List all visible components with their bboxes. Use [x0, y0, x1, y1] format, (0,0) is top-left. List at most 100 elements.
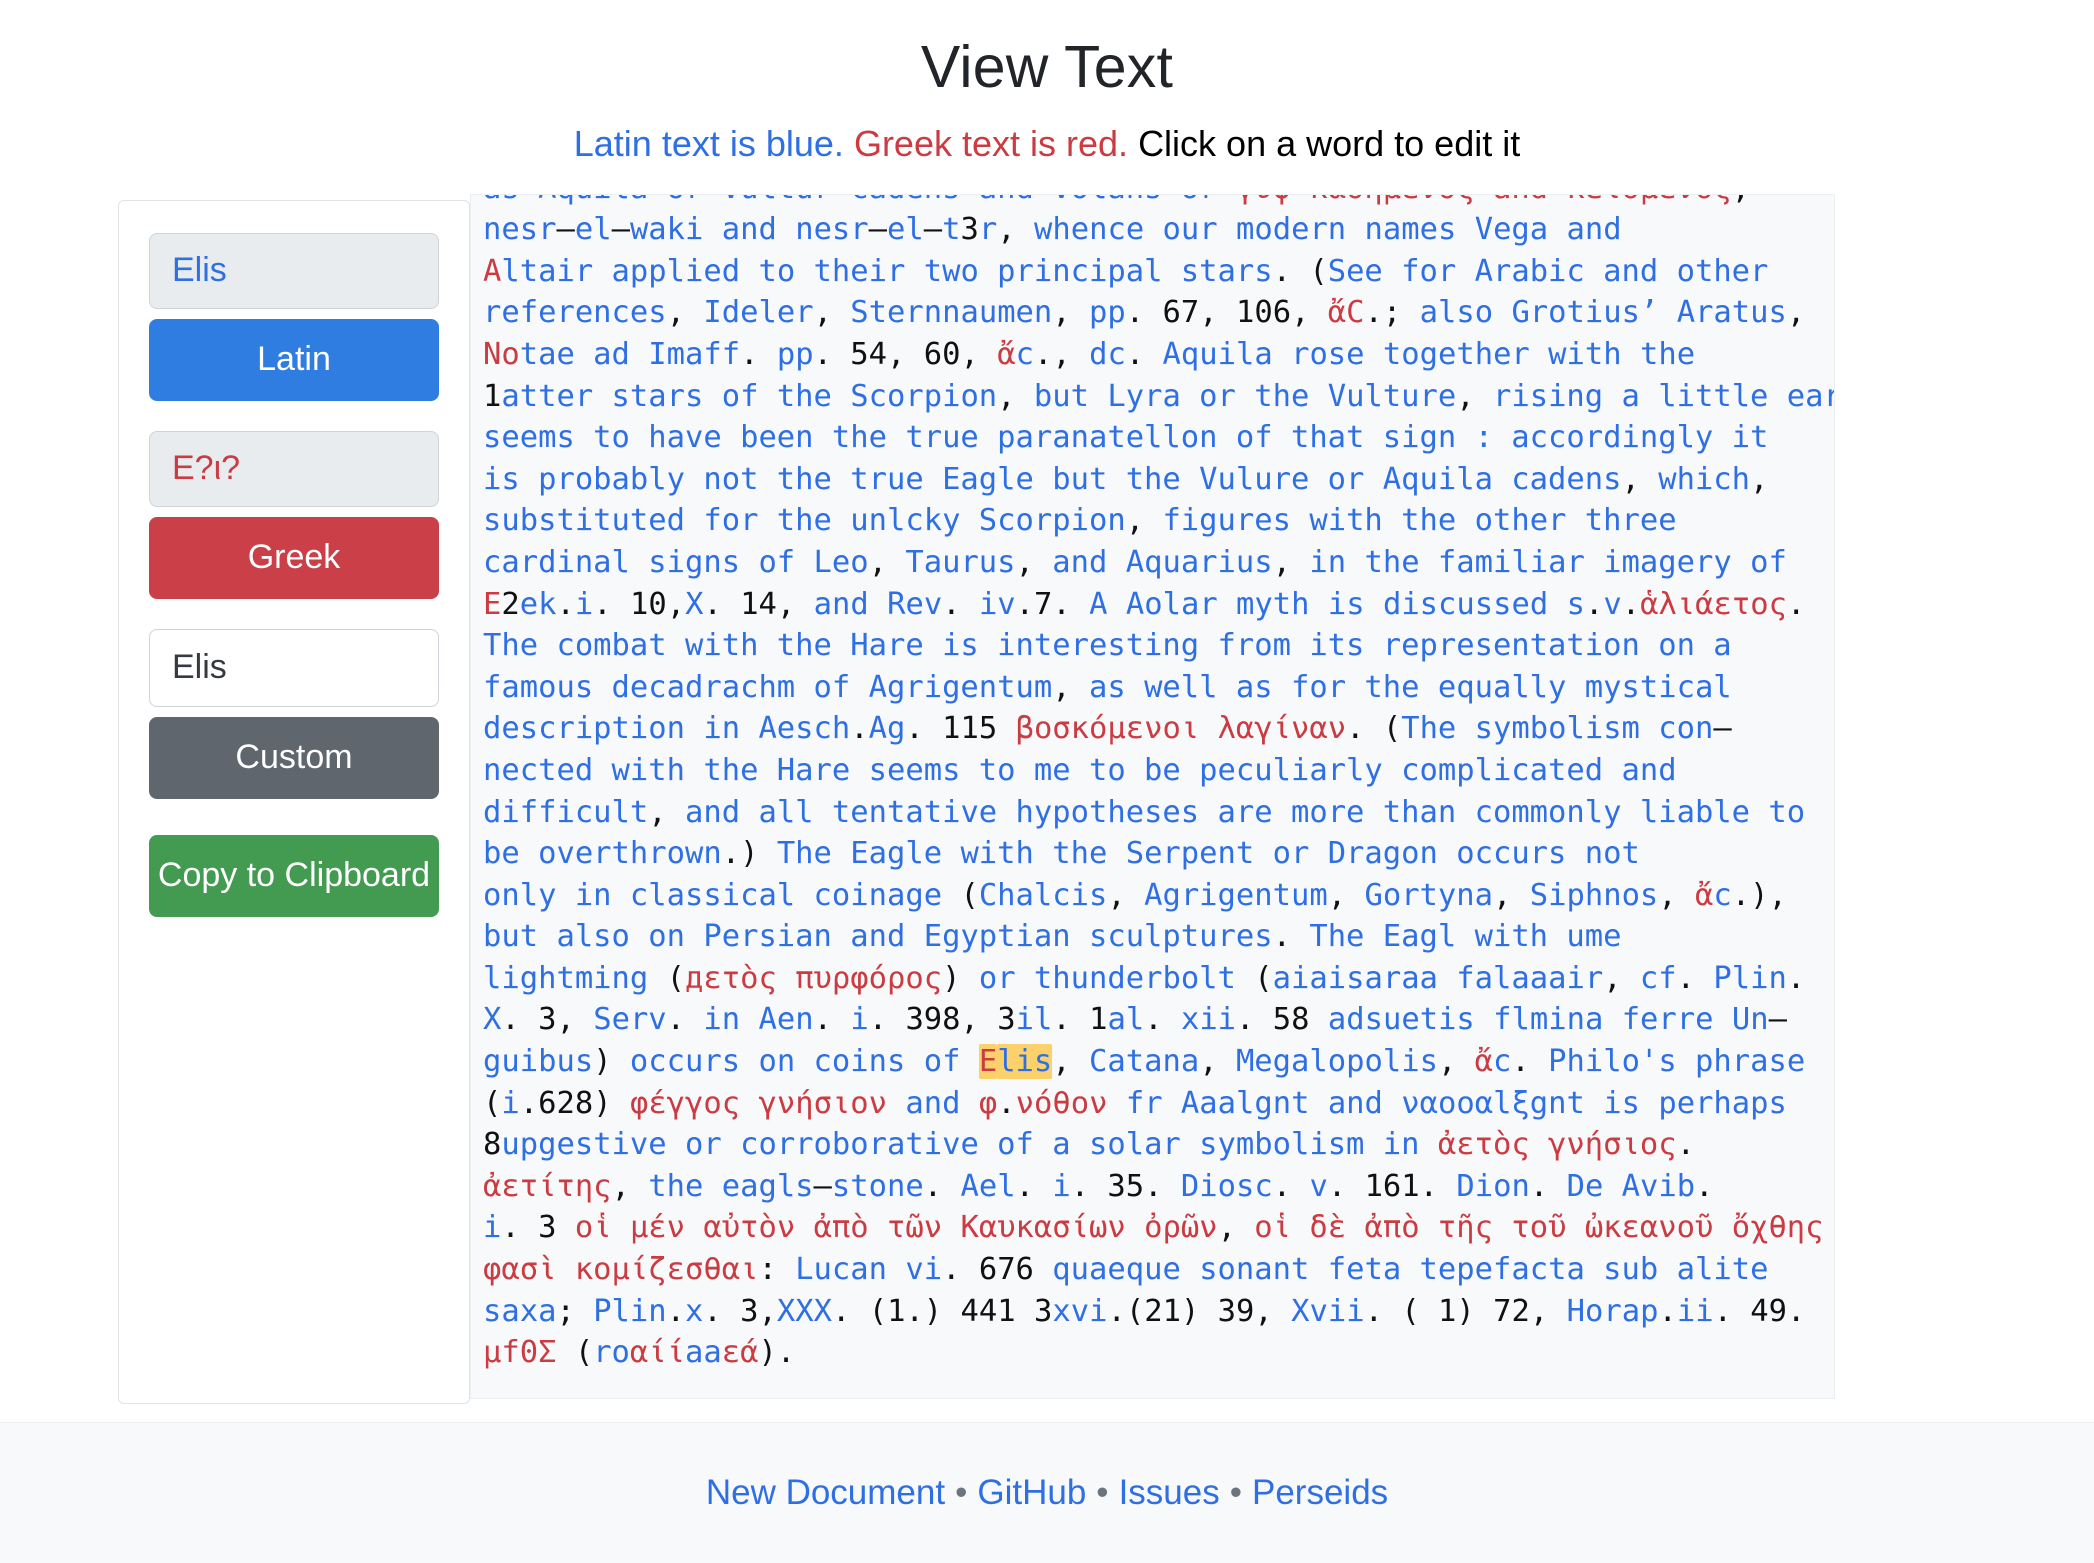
selected-word[interactable]: lis	[997, 1044, 1053, 1080]
text-token[interactable]: οἱ μέν αὐτὸν ἀπὸ τῶν Καυκασίων ὀρῶν	[575, 1210, 1218, 1245]
text-token[interactable]: Plin	[593, 1294, 666, 1329]
text-token[interactable]: el	[575, 212, 612, 247]
text-token[interactable]: Philo's phrase	[1548, 1044, 1805, 1079]
text-token[interactable]: ἄ	[997, 337, 1015, 372]
text-token[interactable]: Dion	[1456, 1169, 1529, 1204]
text-token[interactable]: The combat with the Hare is interesting …	[483, 628, 1732, 663]
text-token[interactable]: seems to have been the true paranatellon…	[483, 420, 1768, 455]
text-token[interactable]: Ideler	[703, 295, 813, 330]
text-token[interactable]: βοσκόμενοι λαγίναν	[1016, 711, 1347, 746]
text-token[interactable]: дετὸς πυρφόρος	[685, 961, 942, 996]
text-token[interactable]: also Grotius’ Aratus	[1420, 295, 1787, 330]
text-token[interactable]: The Eagl with ume	[1309, 919, 1621, 954]
text-token[interactable]: dc	[1089, 337, 1126, 372]
text-token[interactable]: and Aquarius	[1052, 545, 1272, 580]
text-token[interactable]: ἄC	[1328, 295, 1365, 330]
text-token[interactable]: difficult	[483, 795, 648, 830]
text-token[interactable]: Agrigentum	[1144, 878, 1328, 913]
text-token[interactable]: figures with the other three	[1162, 503, 1676, 538]
text-token[interactable]: i	[1052, 1169, 1070, 1204]
text-token[interactable]: i	[850, 1002, 868, 1037]
text-token[interactable]: A Aolar myth is discussed s	[1089, 587, 1585, 622]
text-token[interactable]: Horap	[1567, 1294, 1659, 1329]
document-text-area[interactable]: as Aquila or Vultur cadens and volans or…	[470, 193, 1835, 1399]
text-token[interactable]: Sternnaumen	[850, 295, 1052, 330]
text-token[interactable]: nesr	[483, 212, 556, 247]
text-token[interactable]: atter stars of the Scorpion	[501, 379, 997, 414]
text-token[interactable]: in Aen	[703, 1002, 813, 1037]
text-token[interactable]: pp	[777, 337, 814, 372]
text-token[interactable]: E	[483, 587, 501, 622]
text-token[interactable]: be overthrown	[483, 836, 722, 871]
text-token[interactable]: i	[483, 1210, 501, 1245]
text-token[interactable]: el	[887, 212, 924, 247]
text-token[interactable]: pp	[1089, 295, 1126, 330]
text-token[interactable]: v	[1603, 587, 1621, 622]
text-token[interactable]: See for Arabic and other	[1328, 254, 1769, 289]
text-token[interactable]: Aquila rose together with the	[1163, 337, 1696, 372]
text-token[interactable]: aiaisaraa falaaair	[1273, 961, 1604, 996]
text-token[interactable]: ἄ	[1695, 878, 1713, 913]
text-token[interactable]: in the familiar imagery of	[1309, 545, 1786, 580]
text-token[interactable]: t	[942, 212, 960, 247]
text-token[interactable]: xvi	[1052, 1294, 1107, 1329]
text-token[interactable]: ἁλιάετος	[1640, 587, 1787, 622]
text-token[interactable]: οἱ δὲ ἀπὸ τῆς τοῦ ὠκεανοῦ ὄχθης	[1254, 1210, 1823, 1245]
text-token[interactable]: Ael	[960, 1169, 1015, 1204]
text-token[interactable]: references	[483, 295, 667, 330]
text-token[interactable]: occurs on coins of	[630, 1044, 979, 1079]
text-token[interactable]: ἀετὸς γνήσιος	[1438, 1127, 1677, 1162]
text-token[interactable]: γυψ κασημενος and κετομενος	[1236, 195, 1732, 206]
custom-text-input[interactable]	[149, 628, 439, 707]
text-token[interactable]: rising a little earlier	[1493, 379, 1834, 414]
text-token[interactable]: αίί	[630, 1335, 685, 1370]
text-token[interactable]: waki and nesr	[630, 212, 869, 247]
text-token[interactable]: Chalcis	[979, 878, 1108, 913]
text-token[interactable]: but Lyra or the Vulture	[1034, 379, 1456, 414]
text-token[interactable]: but also on Persian and Egyptian sculptu…	[483, 919, 1273, 954]
text-token[interactable]: cardinal signs of Leo	[483, 545, 869, 580]
text-token[interactable]: substituted for the unlcky Scorpion	[483, 503, 1126, 538]
text-token[interactable]: φ	[979, 1086, 997, 1121]
text-token[interactable]: the eagls	[648, 1169, 813, 1204]
text-token[interactable]: fr Aaalgnt and ναοοαlξgnt is perhaps	[1126, 1086, 1787, 1121]
text-token[interactable]: c	[1016, 337, 1034, 372]
text-token[interactable]: tae ad Imaff	[520, 337, 740, 372]
text-token[interactable]: A	[483, 254, 501, 289]
text-token[interactable]: famous decadrachm of Agrigentum	[483, 670, 1052, 705]
text-token[interactable]: No	[483, 337, 520, 372]
text-token[interactable]: ἀετίτης	[483, 1169, 612, 1204]
text-token[interactable]: saxa	[483, 1294, 556, 1329]
text-token[interactable]: lightming	[483, 961, 667, 996]
text-token[interactable]: Serv	[593, 1002, 666, 1037]
text-token[interactable]: The symbolism con	[1401, 711, 1713, 746]
text-token[interactable]: Siphnos	[1530, 878, 1659, 913]
text-token[interactable]: εά	[722, 1335, 759, 1370]
text-token[interactable]: aa	[685, 1335, 722, 1370]
text-token[interactable]: i	[501, 1086, 519, 1121]
text-token[interactable]: Xvii	[1291, 1294, 1364, 1329]
text-token[interactable]: al	[1107, 1002, 1144, 1037]
footer-link-github[interactable]: GitHub	[977, 1473, 1086, 1512]
text-token[interactable]: description in Aesch	[483, 711, 850, 746]
text-token[interactable]: φέγγος γνήσιον	[630, 1086, 887, 1121]
text-token[interactable]: only in classical coinage	[483, 878, 960, 913]
text-token[interactable]: φασὶ κομίζεσθαι	[483, 1252, 758, 1287]
text-token[interactable]: Plin	[1713, 961, 1786, 996]
text-token[interactable]: Diosc	[1181, 1169, 1273, 1204]
footer-link-new-document[interactable]: New Document	[706, 1473, 945, 1512]
text-token[interactable]: as well as for the equally mystical	[1089, 670, 1732, 705]
text-token[interactable]: ro	[593, 1335, 630, 1370]
text-token[interactable]: νόθον	[1016, 1086, 1108, 1121]
text-token[interactable]: Gortyna	[1364, 878, 1493, 913]
text-token[interactable]: stone	[832, 1169, 924, 1204]
text-token[interactable]: whence our modern names Vega and	[1034, 212, 1622, 247]
text-token[interactable]: as Aquila or Vultur cadens and volans or	[483, 195, 1236, 206]
selected-word[interactable]: E	[978, 1044, 998, 1080]
footer-link-issues[interactable]: Issues	[1119, 1473, 1220, 1512]
text-token[interactable]: Catana	[1089, 1044, 1199, 1079]
text-token[interactable]: ek	[520, 587, 557, 622]
text-token[interactable]: μf0Σ	[483, 1335, 556, 1370]
text-token[interactable]: quaeque sonant feta tepefacta sub alite	[1052, 1252, 1768, 1287]
text-token[interactable]: adsuetis flmina ferre Un	[1328, 1002, 1769, 1037]
